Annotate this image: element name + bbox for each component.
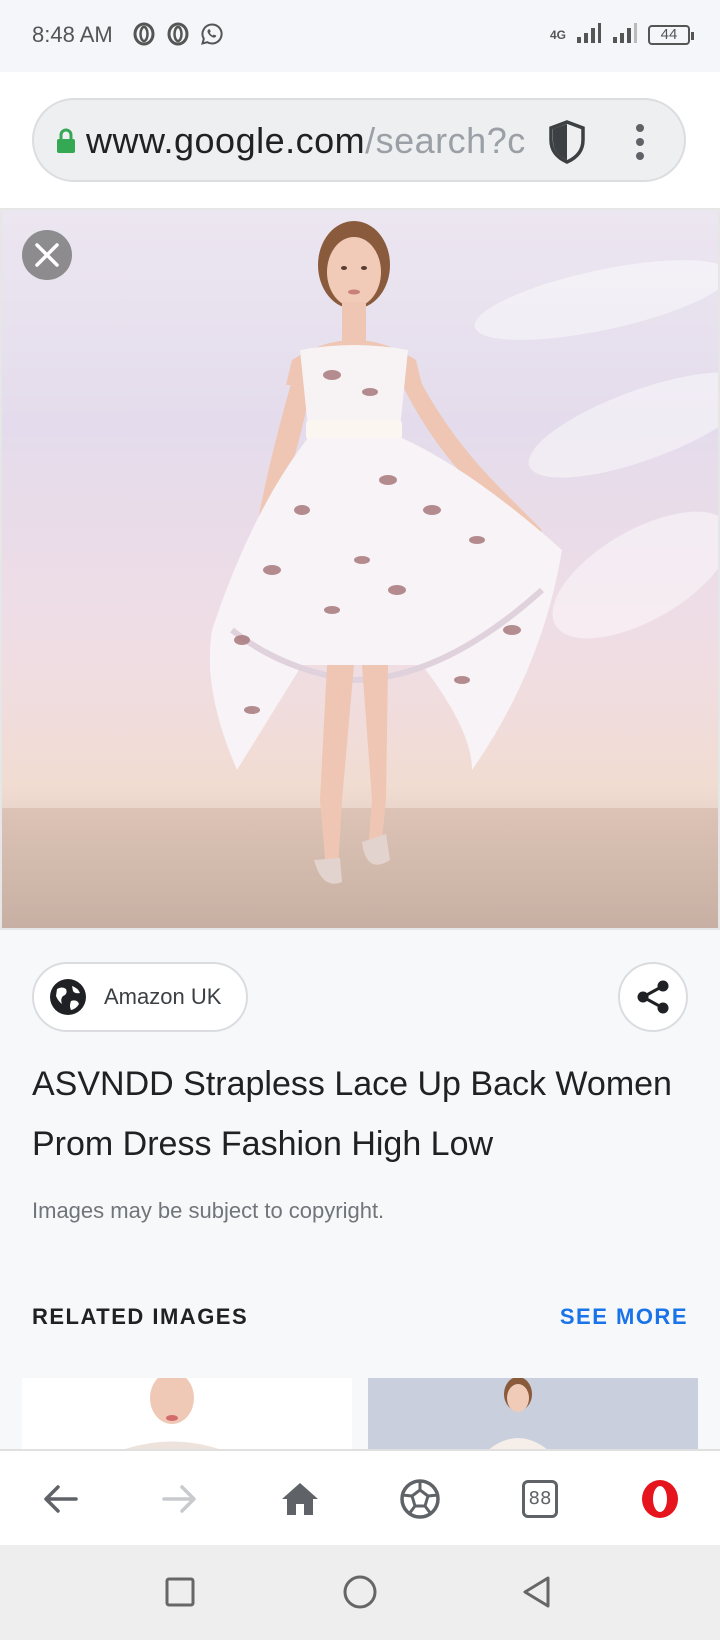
close-button[interactable]: [22, 230, 72, 280]
share-icon: [637, 980, 669, 1014]
triangle-back-icon: [523, 1576, 550, 1608]
signal-icon: [612, 22, 638, 47]
globe-icon: [50, 979, 86, 1015]
opera-menu-icon: [642, 1480, 678, 1518]
shield-icon[interactable]: [548, 120, 586, 169]
forward-button[interactable]: [150, 1469, 210, 1529]
back-button[interactable]: [30, 1469, 90, 1529]
browser-toolbar: www.google.com/search?c: [0, 72, 720, 208]
speed-dial-icon: [400, 1479, 440, 1519]
home-nav-button[interactable]: [335, 1567, 385, 1617]
tabs-button[interactable]: 88: [510, 1469, 570, 1529]
dress-figure: [209, 221, 562, 884]
recents-button[interactable]: [155, 1567, 205, 1617]
opera-menu-button[interactable]: [630, 1469, 690, 1529]
url-domain: www.google.com: [86, 120, 366, 161]
lock-icon: [56, 128, 76, 159]
more-vert-icon[interactable]: [628, 122, 652, 162]
image-details: Amazon UK ASVNDD Strapless Lace Up Back …: [0, 930, 720, 1450]
address-bar[interactable]: www.google.com/search?c: [32, 98, 686, 182]
system-status: 4G 44: [549, 22, 694, 47]
battery-icon: 44: [648, 24, 694, 45]
status-bar: 8:48 AM 4G 44: [0, 0, 720, 72]
home-button[interactable]: [270, 1469, 330, 1529]
related-image-thumbnail[interactable]: [368, 1378, 698, 1450]
back-nav-button[interactable]: [512, 1567, 562, 1617]
image-title[interactable]: ASVNDD Strapless Lace Up Back Women Prom…: [32, 1054, 692, 1174]
product-image[interactable]: [0, 208, 720, 930]
opera-icon: [132, 22, 156, 46]
battery-level: 44: [660, 25, 678, 43]
browser-bottom-bar: 88: [0, 1449, 720, 1545]
source-chip[interactable]: Amazon UK: [32, 962, 248, 1032]
network-type: 4G: [549, 27, 566, 42]
tab-count: 88: [528, 1488, 552, 1509]
signal-icon: [576, 22, 602, 47]
url-path: /search?c: [365, 120, 526, 161]
see-more-link[interactable]: SEE MORE: [560, 1304, 688, 1330]
source-label: Amazon UK: [104, 984, 222, 1009]
system-navigation-bar: [0, 1545, 720, 1640]
close-icon: [35, 243, 59, 267]
copyright-note: Images may be subject to copyright.: [32, 1198, 385, 1223]
square-icon: [165, 1577, 195, 1607]
home-icon: [282, 1483, 318, 1515]
status-time: 8:48 AM: [32, 22, 113, 47]
whatsapp-icon: [200, 22, 224, 46]
back-arrow-icon: [44, 1485, 78, 1513]
url-text[interactable]: www.google.com/search?c: [86, 120, 536, 162]
thumbnail-figure: [488, 1378, 548, 1450]
speed-dial-button[interactable]: [390, 1469, 450, 1529]
notification-icons: [132, 22, 224, 46]
tabs-icon: 88: [522, 1480, 558, 1518]
related-images-heading: RELATED IMAGES: [32, 1304, 249, 1329]
opera-icon: [166, 22, 190, 46]
thumbnail-figure: [122, 1378, 222, 1450]
circle-icon: [343, 1575, 377, 1609]
share-button[interactable]: [618, 962, 688, 1032]
related-image-thumbnail[interactable]: [22, 1378, 352, 1450]
forward-arrow-icon: [162, 1485, 196, 1513]
